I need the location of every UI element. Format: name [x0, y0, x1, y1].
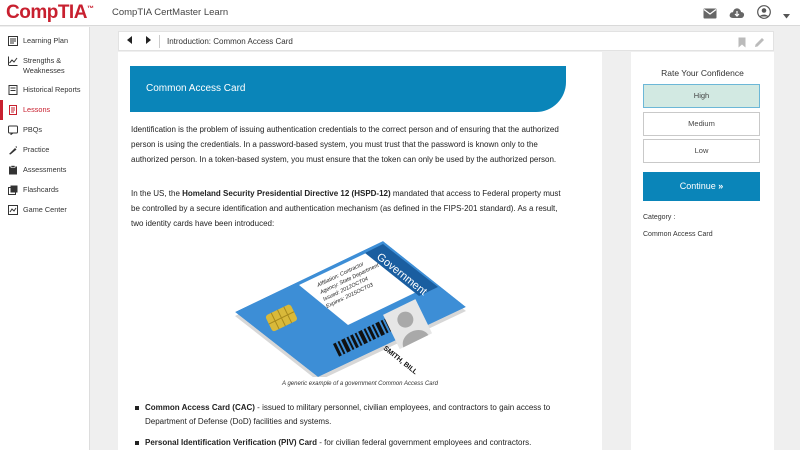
sidebar-item-label: Lessons — [23, 105, 51, 114]
sidebar-item-label: Game Center — [23, 205, 67, 214]
list-item-text: - for civilian federal government employ… — [317, 438, 532, 447]
sidebar-item-historical-reports[interactable]: Historical Reports — [0, 80, 89, 100]
lessons-icon — [9, 105, 17, 115]
previous-icon[interactable] — [127, 36, 133, 46]
lesson-banner: Common Access Card — [130, 66, 566, 112]
sidebar-item-label: PBQs — [23, 125, 43, 134]
header-actions — [703, 5, 790, 24]
logo-text: CompTIA — [6, 2, 87, 23]
confidence-panel: Rate Your Confidence High Medium Low Con… — [631, 52, 774, 450]
learning-plan-icon — [8, 36, 18, 46]
government-card-image: Government Affiliation: Contractor Agenc… — [235, 241, 466, 377]
sidebar-item-label: Practice — [23, 145, 50, 154]
top-bar: CompTIA™ CompTIA CertMaster Learn — [0, 0, 800, 26]
app-title: CompTIA CertMaster Learn — [112, 7, 229, 18]
game-center-icon — [8, 205, 18, 215]
sidebar: Learning Plan Strengths & Weaknesses His… — [0, 27, 90, 450]
confidence-medium-button[interactable]: Medium — [643, 112, 760, 136]
sidebar-item-label: Strengths & Weaknesses — [23, 56, 65, 75]
sidebar-item-pbqs[interactable]: PBQs — [0, 120, 89, 140]
content-toolbar: Introduction: Common Access Card — [118, 31, 774, 51]
banner-title: Common Access Card — [146, 83, 246, 94]
list-item: Personal Identification Verification (PI… — [131, 436, 571, 450]
strengths-icon — [8, 56, 18, 66]
mail-icon[interactable] — [703, 6, 717, 24]
sidebar-item-practice[interactable]: Practice — [0, 140, 89, 160]
paragraph-identification: Identification is the problem of issuing… — [131, 125, 559, 164]
bookmark-icon[interactable] — [738, 35, 746, 53]
toolbar-divider — [159, 35, 160, 48]
comptia-logo[interactable]: CompTIA™ — [6, 2, 94, 24]
practice-icon — [9, 146, 17, 155]
para-text: In the US, the — [131, 189, 183, 198]
confidence-low-button[interactable]: Low — [643, 139, 760, 163]
rate-confidence-title: Rate Your Confidence — [661, 68, 744, 78]
user-icon[interactable] — [757, 5, 771, 24]
lesson-title: Introduction: Common Access Card — [167, 37, 293, 46]
list-item: Common Access Card (CAC) - issued to mil… — [131, 401, 571, 429]
lesson-content: Common Access Card Identification is the… — [118, 52, 602, 450]
pencil-icon[interactable] — [754, 35, 765, 53]
hspd12-term: Homeland Security Presidential Directive… — [182, 189, 391, 198]
sidebar-item-lessons[interactable]: Lessons — [0, 100, 89, 120]
list-item-term: Common Access Card (CAC) — [145, 403, 255, 412]
sidebar-item-assessments[interactable]: Assessments — [0, 160, 89, 180]
toolbar-actions — [738, 35, 765, 53]
card-name: SMITH, BILL — [382, 345, 419, 377]
continue-label: Continue — [679, 181, 716, 191]
double-chevron-right-icon: » — [718, 181, 724, 191]
cloud-download-icon[interactable] — [729, 6, 745, 24]
next-icon[interactable] — [145, 36, 151, 46]
card-type-list: Common Access Card (CAC) - issued to mil… — [131, 401, 571, 450]
sidebar-item-strengths[interactable]: Strengths & Weaknesses — [0, 51, 89, 80]
continue-button[interactable]: Continue » — [643, 172, 760, 201]
assessments-icon — [9, 165, 17, 175]
sidebar-item-label: Flashcards — [23, 185, 59, 194]
chevron-down-icon[interactable] — [783, 6, 790, 24]
pbqs-icon — [8, 125, 18, 135]
sidebar-item-label: Assessments — [23, 165, 67, 174]
flashcards-icon — [8, 185, 18, 195]
category-value: Common Access Card — [643, 231, 713, 238]
sidebar-item-label: Learning Plan — [23, 36, 69, 45]
sidebar-item-flashcards[interactable]: Flashcards — [0, 180, 89, 200]
list-item-term: Personal Identification Verification (PI… — [145, 438, 318, 447]
sidebar-item-label: Historical Reports — [23, 85, 81, 94]
category-label: Category : — [643, 214, 676, 221]
sidebar-item-learning-plan[interactable]: Learning Plan — [0, 31, 89, 51]
paragraph-hspd12: In the US, the Homeland Security Preside… — [131, 186, 571, 231]
logo-trademark: ™ — [86, 5, 94, 13]
confidence-high-button[interactable]: High — [643, 84, 760, 108]
image-caption: A generic example of a government Common… — [282, 381, 438, 387]
sidebar-item-game-center[interactable]: Game Center — [0, 200, 89, 220]
reports-icon — [8, 85, 18, 95]
